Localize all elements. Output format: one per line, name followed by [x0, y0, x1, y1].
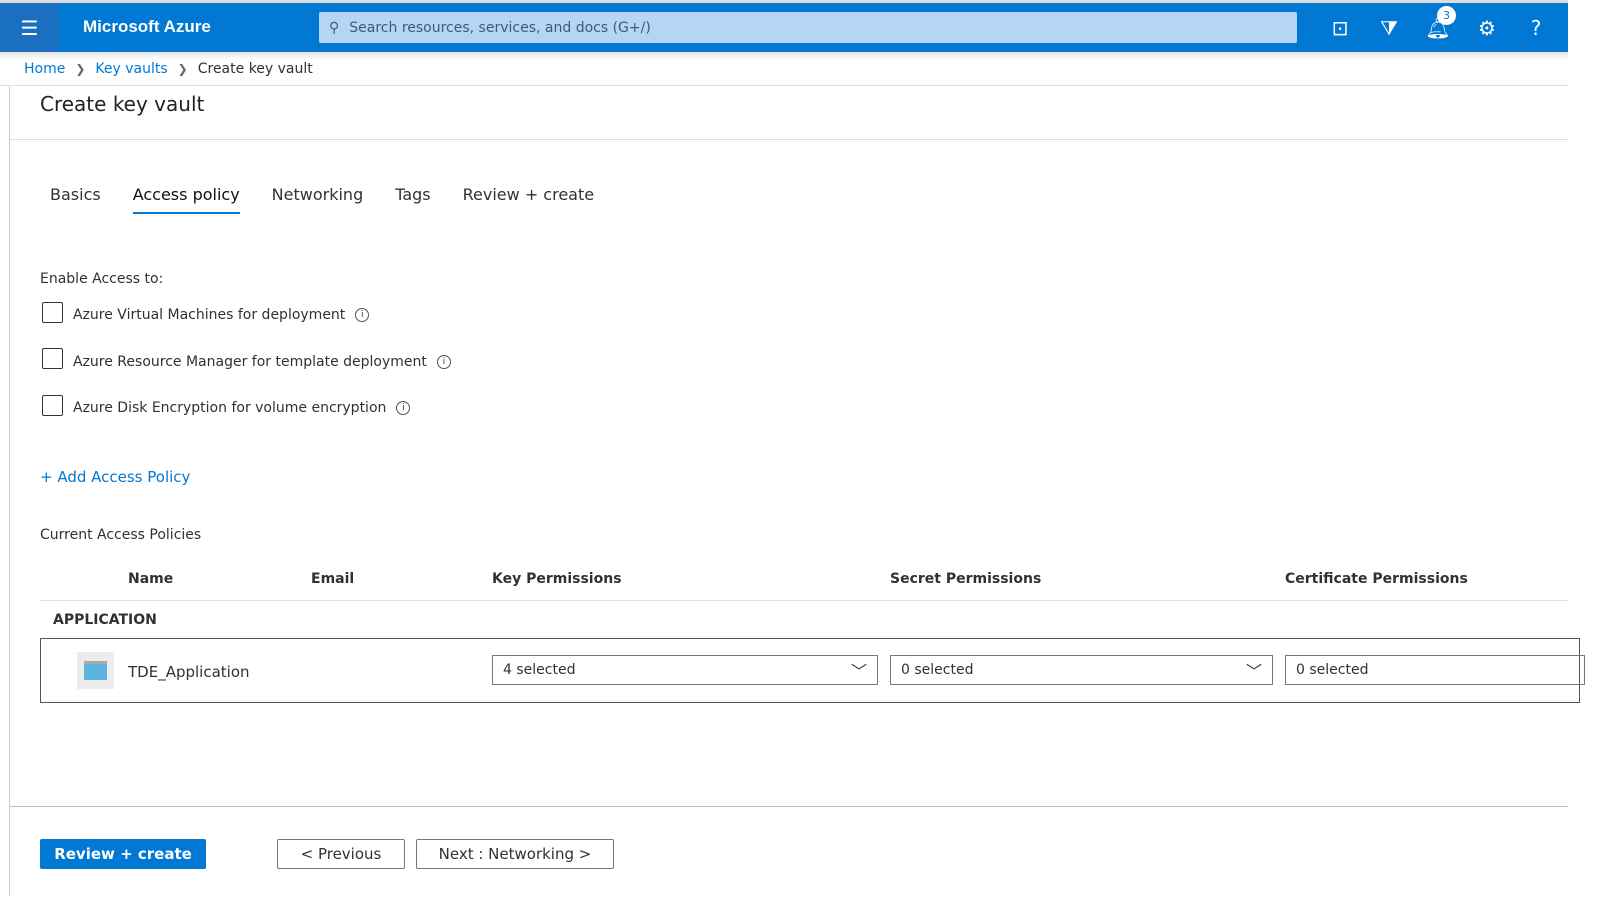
cloud-shell-icon[interactable]: ⊡ — [1325, 13, 1355, 43]
chevron-right-icon: ❯ — [177, 62, 188, 76]
divider — [10, 139, 1568, 140]
search-icon: ⚲ — [329, 19, 340, 36]
footer-divider — [10, 806, 1568, 807]
add-access-policy-link[interactable]: + Add Access Policy — [40, 468, 190, 486]
info-icon[interactable]: i — [396, 401, 411, 415]
enable-access-label: Enable Access to: — [40, 271, 164, 287]
divider — [0, 85, 1568, 86]
chevron-right-icon: ❯ — [75, 62, 86, 76]
tab-tags[interactable]: Tags — [395, 185, 430, 214]
arm-deployment-checkbox[interactable] — [42, 348, 63, 369]
column-header-key-permissions: Key Permissions — [492, 571, 622, 587]
directory-filter-icon[interactable]: ⧩ — [1374, 13, 1404, 43]
breadcrumb: Home ❯ Key vaults ❯ Create key vault — [24, 61, 313, 77]
next-networking-button[interactable]: Next : Networking > — [416, 839, 614, 869]
tab-review-create[interactable]: Review + create — [463, 185, 594, 214]
disk-encryption-checkbox[interactable] — [42, 395, 63, 416]
divider — [40, 600, 1568, 601]
group-label: APPLICATION — [53, 612, 157, 628]
notification-badge: 3 — [1437, 6, 1456, 25]
secret-permissions-value: 0 selected — [901, 662, 974, 678]
column-header-email: Email — [311, 571, 355, 587]
application-name: TDE_Application — [128, 663, 250, 681]
brand[interactable]: Microsoft Azure — [83, 17, 211, 37]
certificate-permissions-value: 0 selected — [1296, 662, 1369, 678]
left-border — [9, 86, 10, 896]
page-title: Create key vault — [40, 92, 205, 116]
tab-bar: Basics Access policy Networking Tags Rev… — [50, 185, 626, 214]
menu-icon[interactable]: ☰ — [0, 3, 59, 52]
vm-deployment-checkbox[interactable] — [42, 302, 63, 323]
disk-encryption-label: Azure Disk Encryption for volume encrypt… — [73, 400, 387, 416]
chevron-down-icon: ﹀ — [850, 662, 867, 681]
breadcrumb-home[interactable]: Home — [24, 61, 65, 77]
breadcrumb-current: Create key vault — [197, 61, 313, 77]
tab-access-policy[interactable]: Access policy — [132, 185, 240, 214]
review-create-button[interactable]: Review + create — [40, 839, 206, 869]
gear-icon[interactable]: ⚙ — [1472, 13, 1502, 43]
previous-button[interactable]: < Previous — [277, 839, 405, 869]
search-input[interactable]: ⚲ Search resources, services, and docs (G… — [319, 12, 1297, 43]
column-header-certificate-permissions: Certificate Permissions — [1285, 571, 1468, 587]
secret-permissions-dropdown[interactable]: 0 selected ﹀ — [890, 655, 1273, 685]
key-permissions-value: 4 selected — [503, 662, 576, 678]
application-icon — [77, 652, 114, 689]
key-permissions-dropdown[interactable]: 4 selected ﹀ — [492, 655, 878, 685]
info-icon[interactable]: i — [436, 355, 451, 369]
arm-deployment-label: Azure Resource Manager for template depl… — [73, 354, 427, 370]
chevron-down-icon: ﹀ — [1245, 662, 1262, 681]
column-header-name: Name — [128, 571, 174, 587]
info-icon[interactable]: i — [355, 308, 370, 322]
help-icon[interactable]: ? — [1521, 13, 1551, 43]
current-policies-label: Current Access Policies — [40, 527, 202, 543]
column-header-secret-permissions: Secret Permissions — [890, 571, 1042, 587]
tab-basics[interactable]: Basics — [50, 185, 101, 214]
top-bar: ☰ Microsoft Azure ⚲ Search resources, ser… — [0, 3, 1568, 52]
search-placeholder: Search resources, services, and docs (G+… — [349, 19, 651, 36]
tab-networking[interactable]: Networking — [272, 185, 364, 214]
breadcrumb-key-vaults[interactable]: Key vaults — [95, 61, 167, 77]
vm-deployment-label: Azure Virtual Machines for deployment — [73, 307, 346, 323]
header-shadow — [0, 52, 1568, 60]
certificate-permissions-dropdown[interactable]: 0 selected — [1285, 655, 1585, 685]
